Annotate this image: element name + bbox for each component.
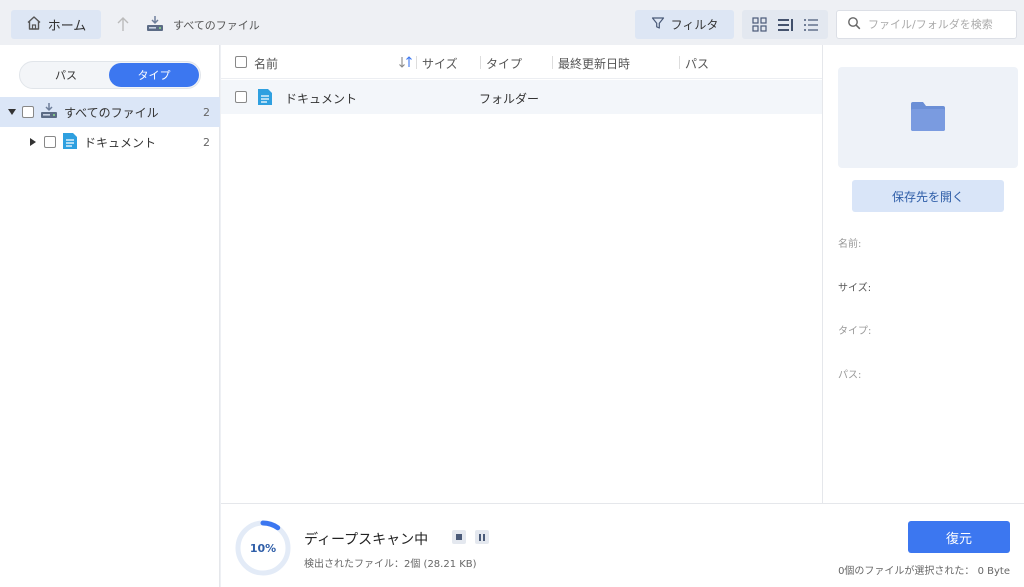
drive-icon — [146, 15, 164, 36]
file-list: 名前 サイズ タイプ 最終更新日時 パス ドキュメント フォルダー — [221, 45, 822, 503]
tree-item-label: すべてのファイル — [64, 105, 159, 120]
column-modified[interactable]: 最終更新日時 — [558, 55, 630, 72]
list-view-icon[interactable] — [800, 14, 822, 36]
home-button[interactable]: ホーム — [11, 10, 101, 39]
tree-item-count: 2 — [203, 135, 210, 149]
list-header: 名前 サイズ タイプ 最終更新日時 パス — [221, 45, 822, 79]
document-icon — [257, 88, 273, 109]
home-icon — [26, 15, 42, 35]
tree-item-all-files[interactable]: すべてのファイル 2 — [0, 97, 220, 127]
search-input[interactable] — [868, 18, 1008, 31]
tree-item-count: 2 — [203, 105, 210, 119]
found-files-text: 検出されたファイル：2個 (28.21 KB) — [304, 559, 477, 570]
details-panel: 保存先を開く 名前: サイズ: タイプ: パス: — [822, 45, 1024, 503]
top-toolbar: ホーム すべてのファイル フィルタ — [0, 0, 1024, 48]
sidebar: パス タイプ すべてのファイル 2 ドキュメント 2 — [0, 45, 220, 587]
search-icon — [847, 16, 861, 33]
table-row[interactable]: ドキュメント フォルダー — [221, 80, 822, 114]
column-divider — [679, 56, 680, 69]
filter-button[interactable]: フィルタ — [635, 10, 734, 39]
tree-checkbox[interactable] — [44, 136, 56, 148]
folder-icon — [910, 100, 946, 135]
grid-view-icon[interactable] — [748, 14, 770, 36]
select-all-checkbox[interactable] — [235, 56, 247, 68]
sort-icon[interactable] — [398, 55, 414, 72]
drive-icon — [40, 102, 58, 123]
detail-name-label: 名前: — [838, 239, 862, 250]
home-label: ホーム — [47, 19, 87, 34]
tree-checkbox[interactable] — [22, 106, 34, 118]
column-size[interactable]: サイズ — [422, 55, 458, 72]
row-name: ドキュメント — [285, 92, 358, 106]
tree-item-label: ドキュメント — [84, 135, 157, 150]
breadcrumb[interactable]: すべてのファイル — [173, 17, 260, 33]
column-divider — [480, 56, 481, 69]
scan-status-title: ディープスキャン中 — [304, 532, 429, 548]
view-segment-control: パス タイプ — [19, 61, 201, 89]
filter-label: フィルタ — [670, 18, 719, 32]
row-type: フォルダー — [479, 92, 540, 106]
selection-status: 0個のファイルが選択された： 0 Byte — [838, 566, 1010, 577]
status-bar: 10% ディープスキャン中 検出されたファイル：2個 (28.21 KB) 復元… — [221, 503, 1024, 587]
view-mode-group — [742, 10, 828, 39]
scan-progress-ring: 10% — [234, 519, 292, 577]
pause-icon[interactable] — [475, 530, 489, 544]
stop-icon[interactable] — [452, 530, 466, 544]
filter-icon — [651, 16, 665, 33]
document-icon — [62, 132, 78, 153]
tree-item-documents[interactable]: ドキュメント 2 — [0, 127, 220, 157]
segment-path-button[interactable]: パス — [21, 63, 111, 87]
column-type[interactable]: タイプ — [486, 55, 522, 72]
column-path[interactable]: パス — [685, 55, 709, 72]
column-divider — [416, 56, 417, 69]
recover-button[interactable]: 復元 — [908, 521, 1010, 553]
row-checkbox[interactable] — [235, 91, 247, 103]
column-divider — [552, 56, 553, 69]
collapse-caret-icon[interactable] — [28, 137, 38, 147]
up-arrow-icon[interactable] — [116, 14, 130, 34]
open-location-button[interactable]: 保存先を開く — [852, 180, 1004, 212]
expand-caret-icon[interactable] — [7, 107, 17, 117]
column-name[interactable]: 名前 — [254, 55, 278, 72]
detail-type-label: タイプ: — [838, 326, 872, 337]
detail-path-label: パス: — [838, 370, 862, 381]
search-box[interactable] — [836, 10, 1017, 39]
detail-size-label: サイズ: — [838, 283, 872, 294]
segment-type-button[interactable]: タイプ — [109, 63, 199, 87]
progress-percent: 10% — [250, 542, 276, 555]
detail-view-icon[interactable] — [774, 14, 796, 36]
preview-area — [838, 67, 1018, 168]
